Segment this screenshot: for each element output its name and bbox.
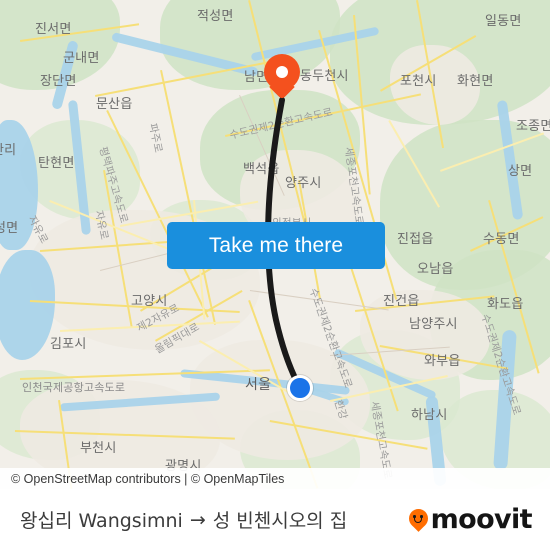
map-page: 진서면적성면일동면군내면장단면남면동두천시포천시화현면문산읍조종면한리탄현면백석… [0,0,550,550]
destination-pin-icon[interactable] [264,54,300,100]
arrow-icon: → [189,508,206,531]
attribution-text[interactable]: © OpenStreetMap contributors | © OpenMap… [0,472,284,486]
take-me-there-button[interactable]: Take me there [167,222,385,269]
map-attribution: © OpenStreetMap contributors | © OpenMap… [0,468,550,489]
origin-dot-icon[interactable] [287,375,313,401]
pin-hole [276,66,288,78]
route-origin-label: 왕십리 Wangsimni [20,510,183,532]
map-viewport[interactable]: 진서면적성면일동면군내면장단면남면동두천시포천시화현면문산읍조종면한리탄현면백석… [0,0,550,489]
route-summary: 왕십리 Wangsimni → 성 빈첸시오의 집 [20,506,347,533]
moovit-wordmark: moovit [430,504,533,535]
route-destination-label: 성 빈첸시오의 집 [212,510,348,532]
footer-bar: 왕십리 Wangsimni → 성 빈첸시오의 집 moovit [0,489,550,550]
moovit-logo[interactable]: moovit [408,504,533,535]
moovit-pin-icon [408,509,428,532]
